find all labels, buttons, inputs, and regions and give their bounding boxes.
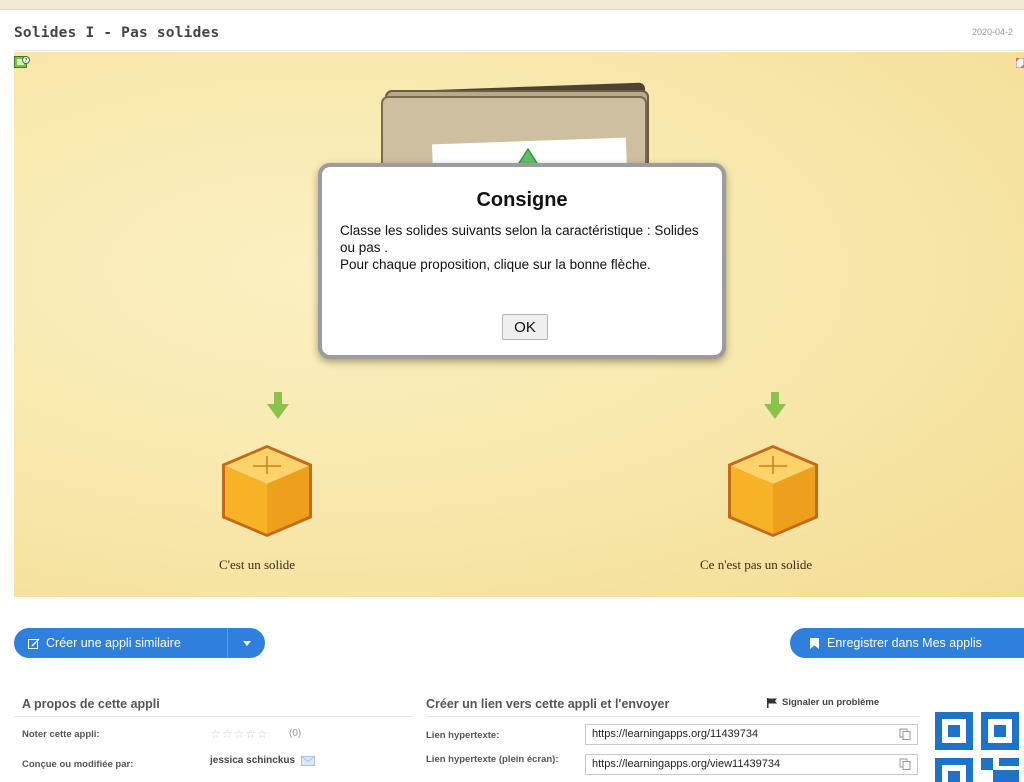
mail-icon[interactable]	[301, 755, 316, 766]
top-bar	[0, 0, 1024, 10]
about-divider	[14, 716, 412, 717]
fullscreen-link-field[interactable]: https://learningapps.org/view11439734	[585, 754, 918, 775]
copy-icon[interactable]	[899, 728, 911, 740]
arrow-down-icon[interactable]	[763, 392, 787, 420]
copy-icon[interactable]	[899, 758, 911, 770]
about-title: A propos de cette appli	[22, 697, 160, 711]
rate-label: Noter cette appli:	[22, 729, 100, 740]
app-date: 2020-04-2	[972, 27, 1014, 37]
save-label: Enregistrer dans Mes applis	[827, 636, 982, 650]
fullscreen-icon[interactable]	[1016, 58, 1024, 68]
author: jessica schinckus	[210, 755, 316, 766]
category-label-right: Ce n'est pas un solide	[700, 557, 813, 572]
edit-icon	[28, 638, 40, 649]
bookmark-icon	[810, 637, 819, 649]
share-title: Créer un lien vers cette appli et l'envo…	[426, 697, 670, 711]
ok-button[interactable]: OK	[502, 314, 548, 340]
arrow-down-icon[interactable]	[266, 392, 290, 420]
flag-icon	[767, 697, 777, 708]
fullscreen-link-label: Lien hypertexte (plein écran):	[426, 754, 559, 765]
report-label: Signaler un problème	[782, 697, 880, 708]
create-similar-button[interactable]: Créer une appli similaire	[14, 628, 265, 658]
help-icon[interactable]: ?	[14, 56, 30, 70]
box-icon[interactable]	[723, 440, 823, 540]
qr-code	[935, 712, 1019, 782]
rating-votes: (0)	[289, 728, 302, 739]
create-similar-main[interactable]: Créer une appli similaire	[14, 628, 228, 658]
link-value: https://learningapps.org/11439734	[592, 728, 759, 740]
svg-text:?: ?	[25, 58, 28, 64]
category-label-left: C'est un solide	[219, 557, 296, 572]
link-label: Lien hypertexte:	[426, 730, 500, 741]
dialog-text: Classe les solides suivants selon la car…	[340, 223, 699, 272]
save-to-my-apps-button[interactable]: Enregistrer dans Mes applis	[790, 628, 1024, 658]
caret-down-icon	[242, 640, 251, 646]
link-field[interactable]: https://learningapps.org/11439734	[585, 724, 918, 745]
report-problem-link[interactable]: Signaler un problème	[767, 697, 879, 708]
author-label: Conçue ou modifiée par:	[22, 759, 134, 770]
create-dropdown-toggle[interactable]	[228, 628, 265, 658]
dialog-title: Consigne	[476, 189, 568, 211]
fullscreen-link-value: https://learningapps.org/view11439734	[592, 758, 781, 770]
title-divider	[14, 50, 1024, 51]
create-similar-label: Créer une appli similaire	[46, 636, 181, 650]
share-divider	[426, 716, 920, 717]
rating-stars[interactable]: ☆☆☆☆☆	[210, 727, 269, 741]
page-title: Solides I - Pas solides	[14, 25, 220, 41]
author-name[interactable]: jessica schinckus	[210, 755, 295, 766]
instruction-dialog: Consigne Classe les solides suivants sel…	[318, 163, 726, 359]
box-icon[interactable]	[217, 440, 317, 540]
